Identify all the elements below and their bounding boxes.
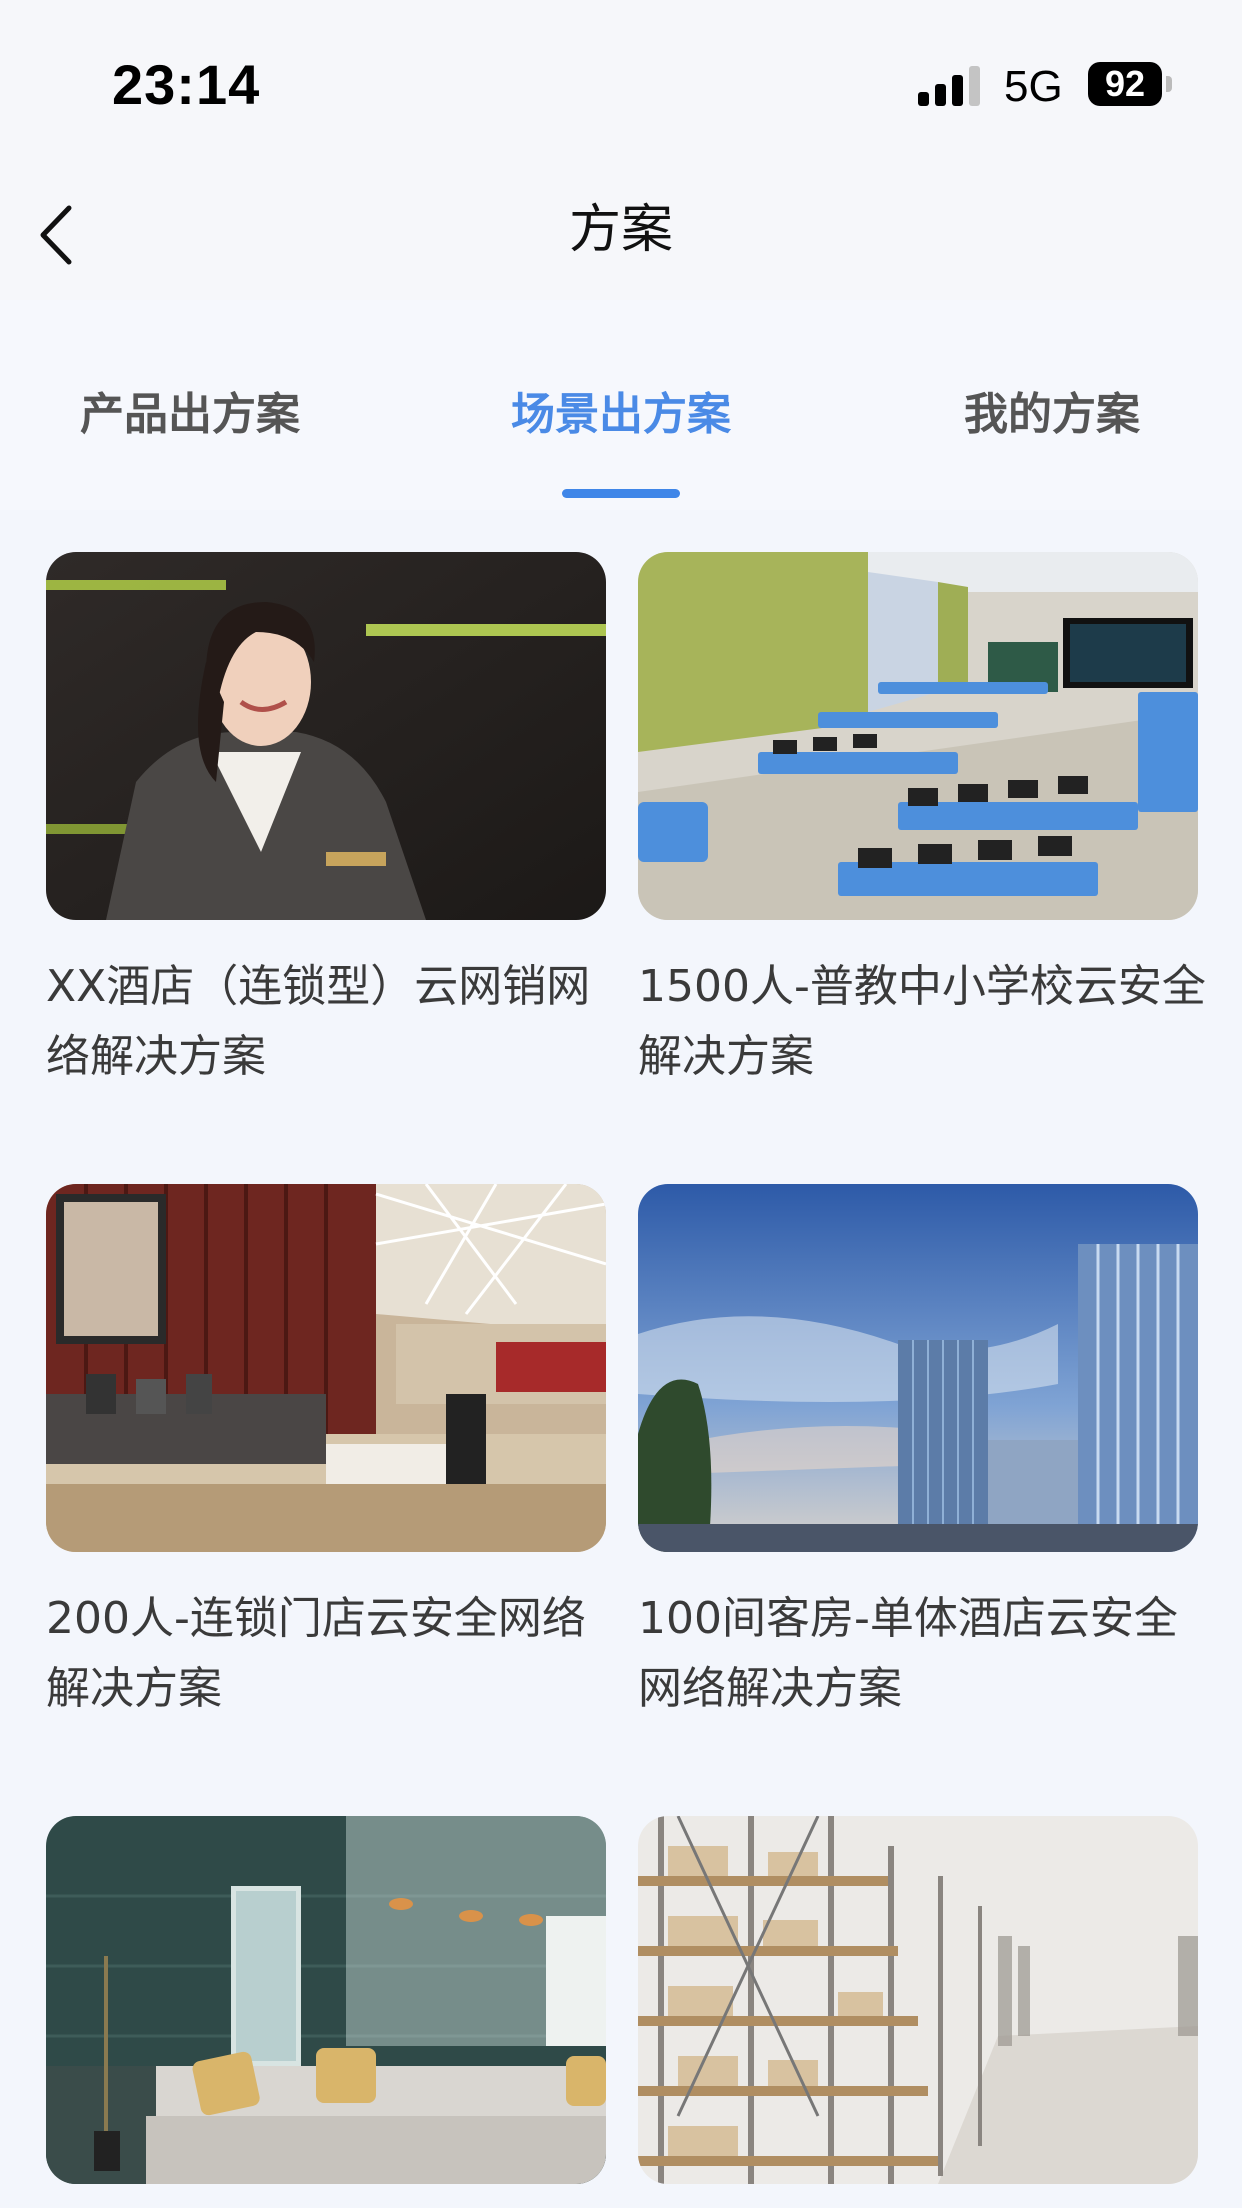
coffee-shop-image xyxy=(46,1184,606,1552)
signal-icon xyxy=(918,66,986,106)
active-tab-indicator xyxy=(562,489,680,498)
network-label: 5G xyxy=(1004,62,1063,111)
solution-card[interactable]: XX酒店（连锁型）云网销网络解决方案 xyxy=(46,552,606,1092)
battery-icon: 92 xyxy=(1088,62,1162,106)
tab-bar: 产品出方案 场景出方案 我的方案 xyxy=(0,300,1242,510)
school-classroom-image xyxy=(638,552,1198,920)
hotel-receptionist-image xyxy=(46,552,606,920)
solution-title: 1500人-普教中小学校云安全解决方案 xyxy=(638,961,1206,1082)
status-bar: 23:14 5G 92 xyxy=(0,0,1242,170)
chevron-left-icon xyxy=(40,205,72,265)
solution-title: XX酒店（连锁型）云网销网络解决方案 xyxy=(46,961,591,1082)
office-buildings-image xyxy=(638,1184,1198,1552)
solution-card[interactable] xyxy=(638,1816,1198,2208)
tab-product-solution[interactable]: 产品出方案 xyxy=(60,380,320,450)
solution-title: 100间客房-单体酒店云安全网络解决方案 xyxy=(638,1593,1178,1714)
solution-card[interactable]: 100间客房-单体酒店云安全网络解决方案 xyxy=(638,1184,1198,1724)
solution-card[interactable]: 1500人-普教中小学校云安全解决方案 xyxy=(638,552,1206,1092)
nav-bar: 方案 xyxy=(0,170,1242,300)
back-button[interactable] xyxy=(20,200,90,270)
battery-tip xyxy=(1166,76,1172,92)
status-time: 23:14 xyxy=(112,53,261,116)
lobby-lounge-image xyxy=(46,1816,606,2184)
solution-card[interactable]: 200人-连锁门店云安全网络解决方案 xyxy=(46,1184,606,1724)
solution-title: 200人-连锁门店云安全网络解决方案 xyxy=(46,1593,586,1714)
page-title: 方案 xyxy=(568,200,673,260)
tab-my-solutions[interactable]: 我的方案 xyxy=(942,380,1162,450)
solution-card[interactable] xyxy=(46,1816,606,2208)
warehouse-shelves-image xyxy=(638,1816,1198,2184)
tab-scenario-solution[interactable]: 场景出方案 xyxy=(491,380,751,450)
